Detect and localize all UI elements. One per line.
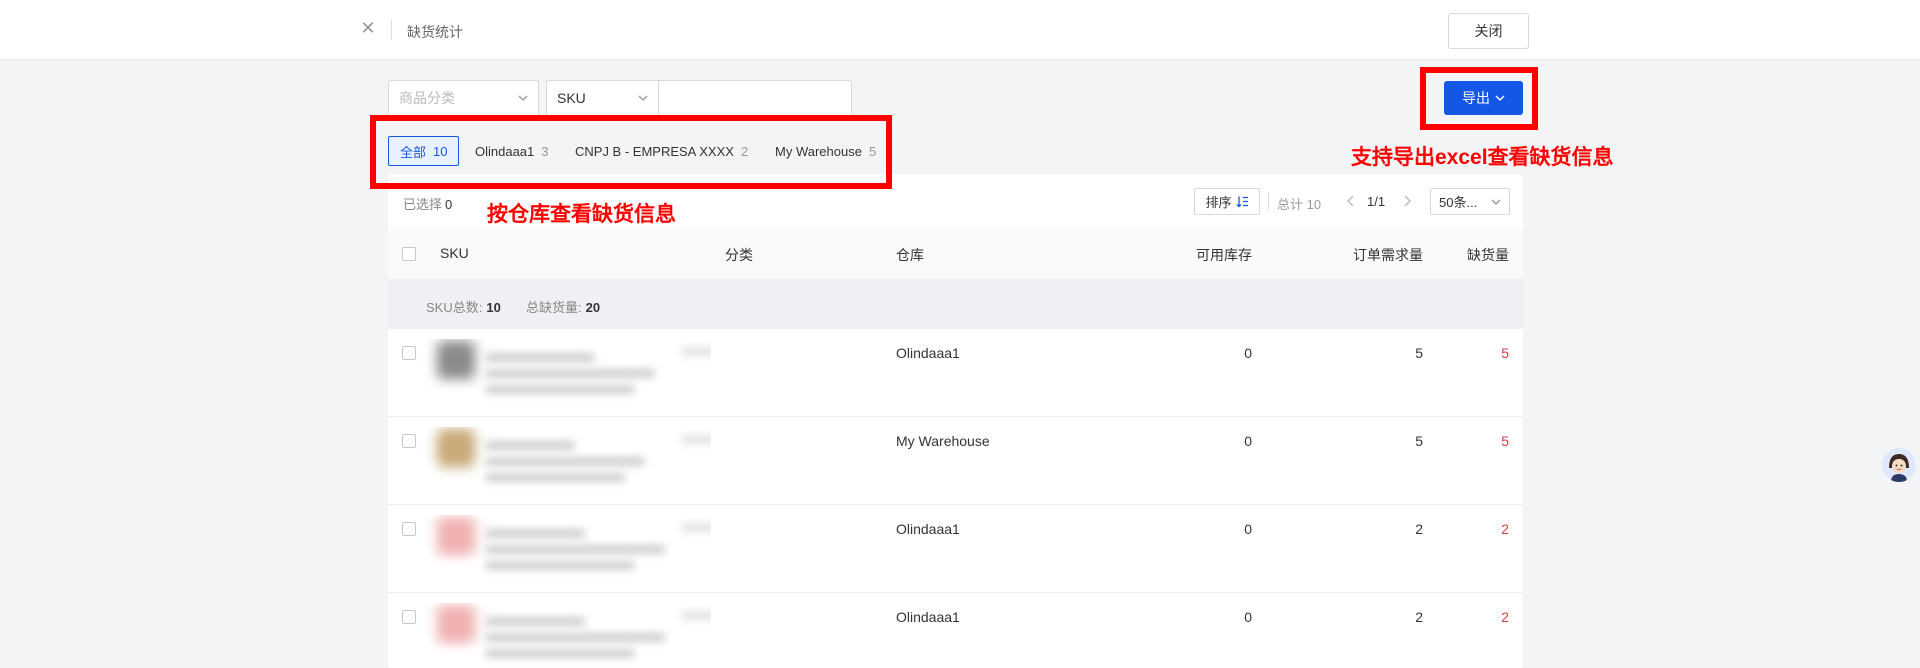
column-header-warehouse[interactable]: 仓库 bbox=[896, 245, 924, 265]
annotation-box-export bbox=[1420, 67, 1538, 130]
shortage-total: 总缺货量: 20 bbox=[526, 297, 600, 316]
row-available-stock: 0 bbox=[1244, 433, 1252, 449]
row-shortage: 2 bbox=[1501, 609, 1509, 625]
row-checkbox[interactable] bbox=[402, 434, 416, 448]
product-thumbnail bbox=[437, 517, 475, 555]
row-warehouse: Olindaaa1 bbox=[896, 345, 960, 361]
row-shortage: 5 bbox=[1501, 433, 1509, 449]
annotation-box-warehouse-tabs bbox=[370, 115, 892, 189]
sort-label: 排序 bbox=[1205, 195, 1232, 210]
selected-count: 已选择 0 bbox=[403, 194, 452, 213]
support-avatar[interactable] bbox=[1882, 448, 1916, 482]
blurred-sku-info bbox=[421, 339, 711, 405]
table-row[interactable]: Olindaaa1 0 2 2 bbox=[388, 505, 1523, 593]
row-warehouse: Olindaaa1 bbox=[896, 609, 960, 625]
chevron-right-icon[interactable] bbox=[1399, 191, 1415, 211]
chevron-down-icon bbox=[1491, 199, 1501, 205]
column-header-available-stock[interactable]: 可用库存 bbox=[1142, 245, 1252, 265]
annotation-tabs-note: 按仓库查看缺货信息 bbox=[487, 203, 676, 226]
shortage-total-label: 总缺货量: bbox=[526, 300, 582, 315]
row-order-demand: 2 bbox=[1415, 521, 1423, 537]
select-all-checkbox[interactable] bbox=[402, 247, 416, 261]
shortage-total-value: 20 bbox=[585, 300, 601, 315]
column-header-category[interactable]: 分类 bbox=[725, 245, 753, 265]
page-size-select[interactable]: 50条... bbox=[1430, 188, 1510, 215]
product-thumbnail bbox=[437, 429, 475, 467]
row-available-stock: 0 bbox=[1244, 345, 1252, 361]
selected-number: 0 bbox=[445, 197, 453, 212]
page-title: 缺货统计 bbox=[407, 24, 463, 40]
header-divider bbox=[391, 20, 392, 40]
row-warehouse: Olindaaa1 bbox=[896, 521, 960, 537]
header-bar: ✕ 缺货统计 关闭 bbox=[0, 0, 1920, 59]
toolbar-divider bbox=[1268, 192, 1269, 210]
page-size-value: 50条... bbox=[1439, 195, 1478, 210]
row-order-demand: 5 bbox=[1415, 433, 1423, 449]
shortage-table-card: 已选择 0 排序 总计 10 1/1 50条... SKU 分类 仓库 可用库存 … bbox=[388, 174, 1523, 668]
row-checkbox[interactable] bbox=[402, 522, 416, 536]
column-header-sku[interactable]: SKU bbox=[440, 245, 469, 261]
sku-total: SKU总数: 10 bbox=[426, 297, 501, 316]
close-button[interactable]: 关闭 bbox=[1448, 13, 1529, 49]
search-field-select[interactable]: SKU bbox=[546, 80, 658, 116]
annotation-export-note: 支持导出excel查看缺货信息 bbox=[1351, 146, 1614, 169]
column-header-shortage[interactable]: 缺货量 bbox=[1428, 245, 1509, 265]
row-checkbox[interactable] bbox=[402, 346, 416, 360]
total-count: 总计 10 bbox=[1277, 197, 1322, 212]
category-select-placeholder: 商品分类 bbox=[399, 90, 455, 106]
row-shortage: 5 bbox=[1501, 345, 1509, 361]
search-field-value: SKU bbox=[557, 90, 586, 106]
row-checkbox[interactable] bbox=[402, 610, 416, 624]
blurred-sku-info bbox=[421, 515, 711, 581]
table-header: SKU 分类 仓库 可用库存 订单需求量 缺货量 bbox=[388, 229, 1523, 279]
table-row[interactable]: My Warehouse 0 5 5 bbox=[388, 417, 1523, 505]
product-thumbnail bbox=[437, 605, 475, 643]
sort-icon bbox=[1236, 196, 1248, 208]
blurred-sku-info bbox=[421, 427, 711, 493]
column-header-order-demand[interactable]: 订单需求量 bbox=[1293, 245, 1423, 265]
row-shortage: 2 bbox=[1501, 521, 1509, 537]
row-available-stock: 0 bbox=[1244, 609, 1252, 625]
search-input[interactable] bbox=[659, 81, 860, 115]
blurred-sku-info bbox=[421, 603, 711, 668]
chevron-down-icon bbox=[638, 95, 648, 101]
sort-button[interactable]: 排序 bbox=[1194, 188, 1260, 215]
avatar-icon bbox=[1882, 448, 1916, 482]
row-available-stock: 0 bbox=[1244, 521, 1252, 537]
category-select[interactable]: 商品分类 bbox=[388, 80, 539, 116]
row-warehouse: My Warehouse bbox=[896, 433, 990, 449]
product-thumbnail bbox=[437, 341, 475, 379]
close-icon[interactable]: ✕ bbox=[358, 18, 378, 38]
selected-label: 已选择 bbox=[403, 197, 443, 212]
chevron-left-icon[interactable] bbox=[1343, 191, 1359, 211]
row-order-demand: 2 bbox=[1415, 609, 1423, 625]
sku-total-label: SKU总数: bbox=[426, 300, 483, 315]
page-indicator: 1/1 bbox=[1367, 194, 1386, 209]
sku-total-value: 10 bbox=[486, 300, 501, 315]
row-order-demand: 5 bbox=[1415, 345, 1423, 361]
search-box bbox=[658, 80, 860, 116]
summary-row: SKU总数: 10 总缺货量: 20 bbox=[388, 279, 1523, 329]
table-row[interactable]: Olindaaa1 0 5 5 bbox=[388, 329, 1523, 417]
chevron-down-icon bbox=[518, 95, 528, 101]
table-row[interactable]: Olindaaa1 0 2 2 bbox=[388, 593, 1523, 668]
